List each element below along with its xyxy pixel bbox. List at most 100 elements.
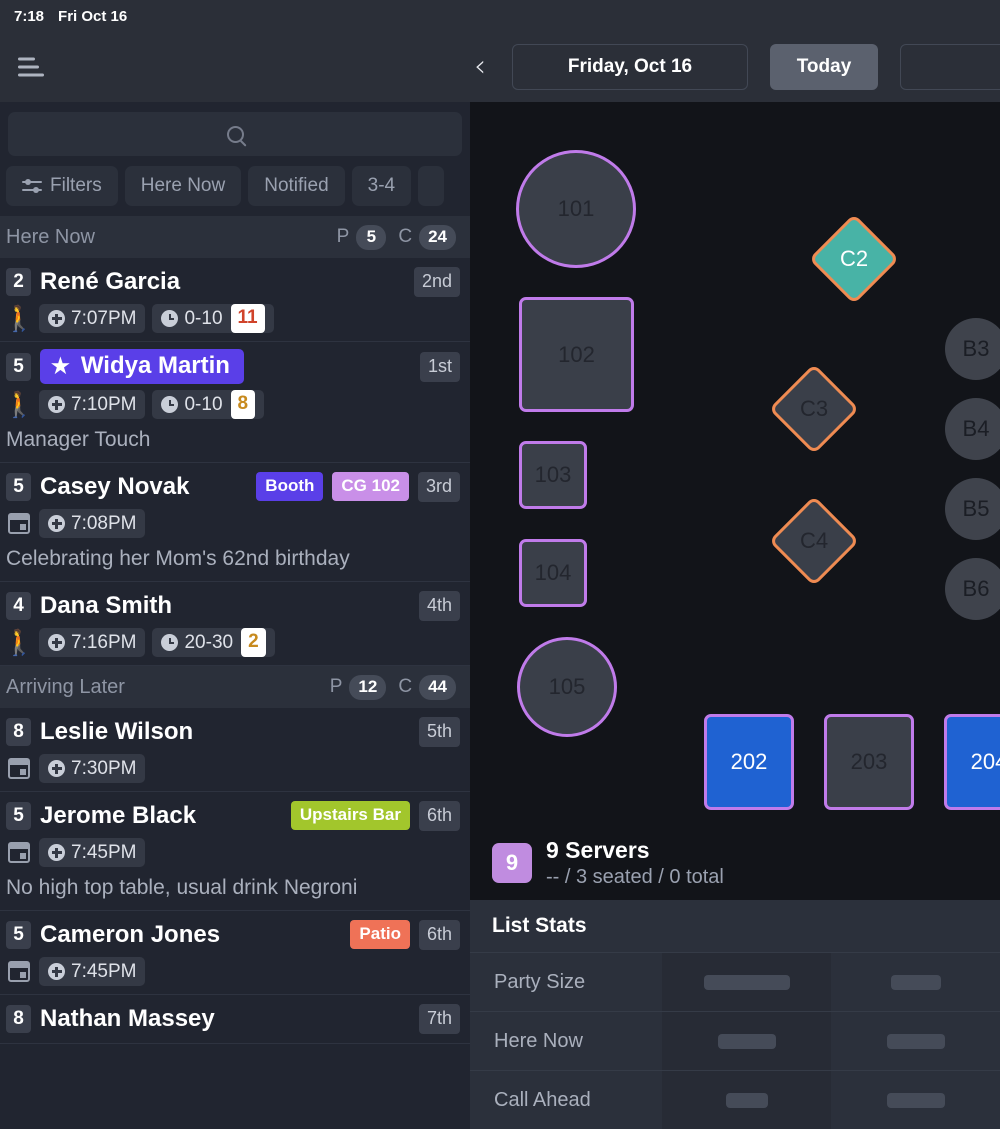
section-covers: C 24: [398, 224, 456, 250]
server-summary-bar[interactable]: 9 9 Servers -- / 3 seated / 0 total: [470, 826, 1000, 900]
filter-chip-notified[interactable]: Notified: [248, 166, 345, 206]
floor-table-C4[interactable]: C4: [768, 495, 860, 587]
arrival-time-chip: 7:07PM: [39, 304, 146, 333]
wait-quote-chip: 0-10 11: [152, 304, 274, 333]
reservation-tag: Booth: [256, 472, 324, 501]
search-container: [0, 102, 470, 156]
floor-table-104[interactable]: 104: [519, 539, 587, 607]
stat-value-cell: [831, 1071, 1000, 1129]
chevron-left-icon[interactable]: ‹: [470, 52, 490, 82]
wait-range: 0-10: [184, 393, 223, 415]
floor-table-203[interactable]: 203: [824, 714, 914, 810]
arrival-time-chip: 7:45PM: [39, 838, 146, 867]
floorplan-canvas[interactable]: 101 102 103 104 105 202 203 204 B3 B4 B5 B6 C2 C3 C4: [470, 102, 1000, 826]
app-header: ‹ Friday, Oct 16 Today: [0, 32, 1000, 102]
reservation-row[interactable]: 5 Casey Novak Booth CG 102 3rd 7:08PM Ce…: [0, 463, 470, 582]
today-button[interactable]: Today: [770, 44, 878, 90]
hamburger-line: [18, 73, 44, 77]
reservation-row[interactable]: 5 Jerome Black Upstairs Bar 6th 7:45PM N: [0, 792, 470, 911]
calendar-icon: [6, 959, 32, 985]
filter-chip-overflow[interactable]: [418, 166, 445, 206]
guest-name: Casey Novak: [40, 472, 190, 500]
header-extra-button[interactable]: [900, 44, 1000, 90]
list-stats-title: List Stats: [492, 914, 587, 937]
search-icon: [226, 125, 244, 143]
section-title: Here Now: [6, 225, 95, 248]
cover-count-label: C: [398, 226, 413, 247]
floor-table-C2[interactable]: C2: [808, 213, 900, 305]
queue-position-badge: 5th: [418, 716, 460, 747]
reservation-row[interactable]: 2 René Garcia 2nd 🚶 7:07PM 0-10 11: [0, 258, 470, 342]
queue-position-badge: 6th: [418, 919, 460, 950]
table-label: C2: [839, 246, 869, 271]
floor-table-101[interactable]: 101: [516, 150, 636, 268]
arrival-time-chip: 7:10PM: [39, 390, 146, 419]
party-size-badge: 5: [6, 920, 31, 949]
loading-placeholder: [890, 974, 941, 990]
floorplan-panel: 101 102 103 104 105 202 203 204 B3 B4 B5 B6 C2 C3 C4 9…: [470, 102, 1000, 1129]
sliders-icon: [22, 179, 42, 193]
guest-name: René Garcia: [40, 267, 181, 295]
clock-icon: [161, 396, 179, 413]
stat-label: Party Size: [494, 970, 586, 993]
arrival-time: 7:30PM: [71, 757, 137, 779]
server-summary-text: 9 Servers -- / 3 seated / 0 total: [546, 837, 724, 889]
wait-quote-chip: 20-30 2: [152, 628, 275, 657]
row-meta-line: 7:30PM: [0, 748, 470, 783]
guest-name: Widya Martin: [80, 352, 230, 379]
table-label: 102: [558, 341, 595, 367]
stat-value-cell: [831, 953, 1000, 1011]
floor-table-202[interactable]: 202: [704, 714, 794, 810]
section-title: Arriving Later: [6, 675, 125, 698]
floor-table-C3[interactable]: C3: [768, 363, 860, 455]
table-label: 203: [850, 749, 888, 774]
floor-table-105[interactable]: 105: [517, 637, 617, 737]
section-header-here-now: Here Now P 5 C 24: [0, 216, 470, 258]
date-selector-button[interactable]: Friday, Oct 16: [512, 44, 748, 90]
party-size-badge: 5: [6, 472, 31, 501]
floor-table-B5[interactable]: B5: [945, 478, 1000, 540]
hamburger-icon[interactable]: [18, 57, 44, 77]
clock-icon: [161, 310, 179, 327]
row-meta-line: 🚶 7:07PM 0-10 11: [0, 298, 470, 333]
clock-icon: [161, 634, 179, 651]
floor-table-B3[interactable]: B3: [945, 318, 1000, 380]
table-label: C4: [799, 528, 829, 553]
section-covers: C 44: [398, 674, 456, 700]
floor-table-103[interactable]: 103: [519, 441, 587, 509]
row-meta-line: 7:08PM: [0, 503, 470, 538]
floor-table-B4[interactable]: B4: [945, 398, 1000, 460]
filter-chip-party-size[interactable]: 3-4: [351, 166, 412, 206]
walking-icon: 🚶: [3, 304, 35, 333]
table-label: 103: [534, 462, 572, 487]
arrival-time: 7:45PM: [71, 841, 137, 863]
hamburger-line: [18, 57, 35, 61]
party-count-value: 12: [349, 674, 387, 700]
stat-value-cell: [662, 953, 831, 1011]
table-label: B3: [962, 336, 990, 361]
guest-name: Dana Smith: [40, 591, 173, 619]
guest-name: Jerome Black: [40, 801, 197, 829]
reservation-row[interactable]: 8 Nathan Massey 7th: [0, 995, 470, 1044]
loading-placeholder: [703, 974, 790, 990]
calendar-icon: [6, 756, 32, 782]
floor-table-102[interactable]: 102: [519, 297, 634, 412]
reservation-row[interactable]: 4 Dana Smith 4th 🚶 7:16PM 20-30 2: [0, 582, 470, 666]
stat-label: Call Ahead: [494, 1088, 591, 1111]
plus-circle-icon: [48, 515, 65, 532]
cover-count-value: 24: [419, 224, 456, 250]
row-primary-line: 4 Dana Smith 4th: [0, 589, 470, 622]
queue-position-badge: 4th: [418, 590, 460, 621]
floor-table-204[interactable]: 204: [944, 714, 1000, 810]
filter-chip-filters[interactable]: Filters: [6, 166, 118, 206]
filter-chip-here-now[interactable]: Here Now: [124, 166, 242, 206]
reservation-row[interactable]: 5 Cameron Jones Patio 6th 7:45PM: [0, 911, 470, 995]
guest-name: Nathan Massey: [40, 1004, 215, 1032]
reservation-row[interactable]: 8 Leslie Wilson 5th 7:30PM: [0, 708, 470, 792]
reservation-note: No high top table, usual drink Negroni: [6, 876, 358, 899]
floor-table-B6[interactable]: B6: [945, 558, 1000, 620]
search-input[interactable]: [8, 112, 462, 156]
reservation-sidebar: Filters Here Now Notified 3-4 Here Now P…: [0, 102, 470, 1129]
reservation-row[interactable]: 5 ★ Widya Martin 1st 🚶 7:10PM 0-10 8 Man…: [0, 342, 470, 463]
reservation-note: Manager Touch: [6, 428, 151, 451]
